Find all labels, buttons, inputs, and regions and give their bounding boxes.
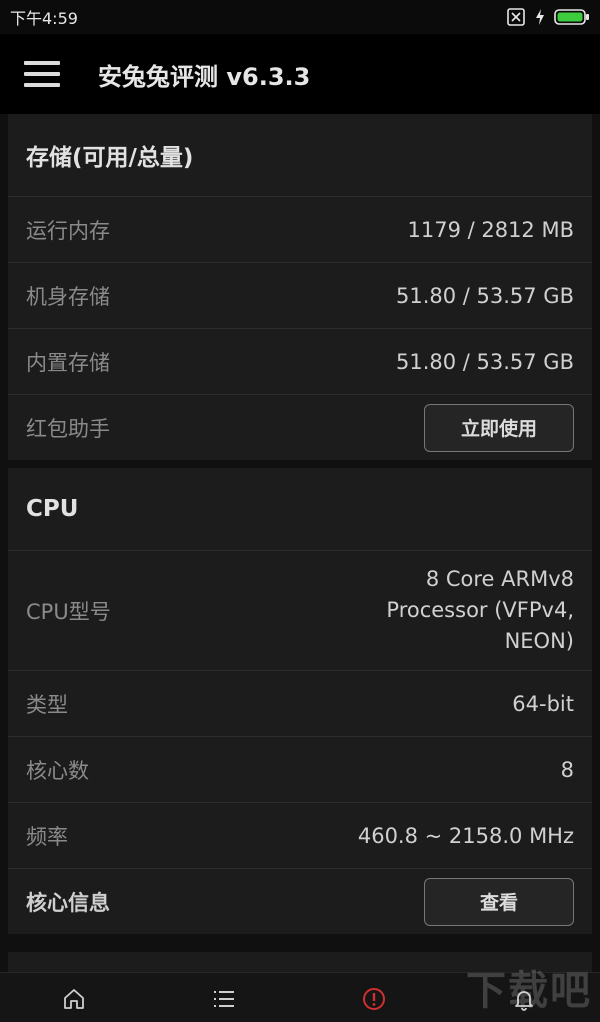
watermark-logo: 下载吧: [466, 968, 592, 1014]
cpu-row-frequency: 频率 460.8 ~ 2158.0 MHz: [8, 802, 592, 868]
storage-row-internal: 内置存储 51.80 / 53.57 GB: [8, 328, 592, 394]
use-now-button[interactable]: 立即使用: [424, 403, 574, 452]
row-label: 类型: [26, 692, 68, 717]
home-icon: [64, 989, 84, 1009]
menu-line: [24, 83, 60, 87]
row-value: 51.80 / 53.57 GB: [395, 283, 574, 308]
alert-icon: [363, 988, 385, 1010]
row-label: 运行内存: [26, 218, 110, 243]
nav-alert[interactable]: [362, 987, 386, 1015]
status-time: 下午4:59: [10, 9, 78, 28]
storage-row-helper: 红包助手 立即使用: [8, 394, 592, 460]
row-value: 64-bit: [512, 691, 574, 716]
core-info-label: 核心信息: [26, 890, 110, 915]
row-label: 频率: [26, 824, 68, 849]
battery-icon: [554, 9, 589, 25]
storage-title: 存储(可用/总量): [26, 145, 194, 171]
cpu-row-model: CPU型号 8 Core ARMv8 Processor (VFPv4, NEO…: [8, 550, 592, 670]
view-button[interactable]: 查看: [424, 877, 574, 926]
list-icon: [214, 991, 234, 1007]
row-label: 内置存储: [26, 350, 110, 375]
storage-row-device: 机身存储 51.80 / 53.57 GB: [8, 262, 592, 328]
row-value: 8: [560, 757, 574, 782]
row-label: 机身存储: [26, 284, 110, 309]
storage-card: 存储(可用/总量) 运行内存 1179 / 2812 MB 机身存储 51.80…: [8, 114, 592, 460]
storage-row-ram: 运行内存 1179 / 2812 MB: [8, 196, 592, 262]
status-bar: 下午4:59: [0, 0, 600, 34]
row-label: CPU型号: [26, 599, 111, 624]
app-title: 安兔兔评测 v6.3.3: [98, 62, 311, 91]
row-value: 460.8 ~ 2158.0 MHz: [357, 823, 574, 848]
cpu-row-core-info: 核心信息 查看: [8, 868, 592, 934]
helper-label: 红包助手: [26, 416, 110, 441]
menu-line: [24, 61, 60, 65]
menu-line: [24, 72, 60, 76]
cpu-row-cores: 核心数 8: [8, 736, 592, 802]
cpu-row-type: 类型 64-bit: [8, 670, 592, 736]
row-value: 8 Core ARMv8 Processor (VFPv4, NEON): [386, 567, 574, 653]
cpu-title: CPU: [26, 496, 79, 522]
menu-button[interactable]: [24, 61, 60, 87]
row-value: 1179 / 2812 MB: [407, 217, 574, 242]
app-bar: 安兔兔评测 v6.3.3: [0, 34, 600, 114]
cpu-card: CPU CPU型号 8 Core ARMv8 Processor (VFPv4,…: [8, 468, 592, 934]
no-sim-icon: [507, 8, 525, 26]
nav-home[interactable]: [62, 987, 86, 1015]
row-label: 核心数: [26, 758, 89, 783]
charging-icon: [536, 9, 544, 25]
row-value: 51.80 / 53.57 GB: [395, 349, 574, 374]
nav-list[interactable]: [212, 987, 236, 1015]
status-icons: [506, 8, 590, 26]
